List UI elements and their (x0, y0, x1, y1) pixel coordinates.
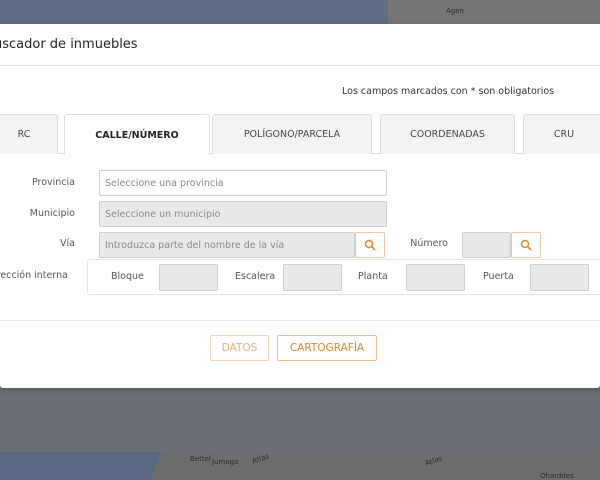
numero-search-button[interactable] (511, 232, 541, 258)
cartografia-button[interactable]: CARTOGRAFÍA (277, 335, 377, 361)
provincia-select[interactable]: Seleccione una provincia (99, 170, 387, 196)
numero-input[interactable] (462, 232, 511, 258)
tab-rc[interactable]: RC (0, 114, 58, 154)
via-input[interactable]: Introduzca parte del nombre de la vía (99, 232, 355, 258)
municipio-select[interactable]: Seleccione un municipio (99, 201, 387, 227)
direccion-interna-label: irección interna (0, 270, 68, 281)
map-label: Jumoga (212, 458, 239, 466)
property-search-dialog: uscador de inmuebles Los campos marcados… (0, 24, 600, 388)
tab-poligono-parcela[interactable]: POLÍGONO/PARCELA (212, 114, 372, 154)
dialog-header: uscador de inmuebles (0, 24, 600, 66)
datos-button[interactable]: DATOS (210, 335, 269, 361)
municipio-placeholder: Seleccione un municipio (105, 208, 221, 220)
search-tabs: RC CALLE/NÚMERO POLÍGONO/PARCELA COORDEN… (0, 114, 600, 155)
search-icon (520, 239, 532, 251)
escalera-input[interactable] (283, 264, 342, 291)
map-label: Agen (446, 7, 464, 15)
bloque-input[interactable] (159, 264, 218, 291)
provincia-label: Provincia (31, 177, 75, 188)
puerta-label: Puerta (483, 271, 514, 282)
provincia-placeholder: Seleccione una provincia (105, 177, 224, 189)
direccion-interna-group: Bloque Escalera Planta Puerta (87, 259, 600, 295)
tab-label: RC (17, 129, 31, 140)
via-label: Vía (60, 238, 75, 249)
datos-button-label: DATOS (221, 342, 258, 354)
via-placeholder: Introduzca parte del nombre de la vía (105, 239, 285, 251)
search-icon (364, 239, 376, 251)
municipio-label: Municipio (29, 208, 75, 219)
tab-label: COORDENADAS (410, 129, 485, 140)
escalera-label: Escalera (235, 271, 276, 282)
tab-label: CRU (553, 129, 575, 140)
tab-label: POLÍGONO/PARCELA (243, 129, 341, 140)
tab-cru[interactable]: CRU (523, 114, 600, 154)
planta-input[interactable] (406, 264, 465, 291)
dialog-title: uscador de inmuebles (0, 37, 138, 52)
tab-coordenadas[interactable]: COORDENADAS (380, 114, 515, 154)
map-land-bottom (150, 452, 600, 480)
tab-calle-numero[interactable]: CALLE/NÚMERO (64, 114, 210, 155)
cartografia-button-label: CARTOGRAFÍA (289, 342, 365, 354)
bloque-label: Bloque (111, 271, 144, 282)
form-divider (0, 320, 600, 321)
required-fields-note: Los campos marcados con * son obligatori… (342, 86, 555, 97)
map-label: Oharddes (540, 472, 574, 480)
numero-label: Número (410, 238, 448, 249)
planta-label: Planta (358, 271, 388, 282)
via-search-button[interactable] (355, 232, 385, 258)
puerta-input[interactable] (530, 264, 589, 291)
tab-label: CALLE/NÚMERO (95, 129, 179, 141)
map-label: Bettel (190, 455, 211, 463)
